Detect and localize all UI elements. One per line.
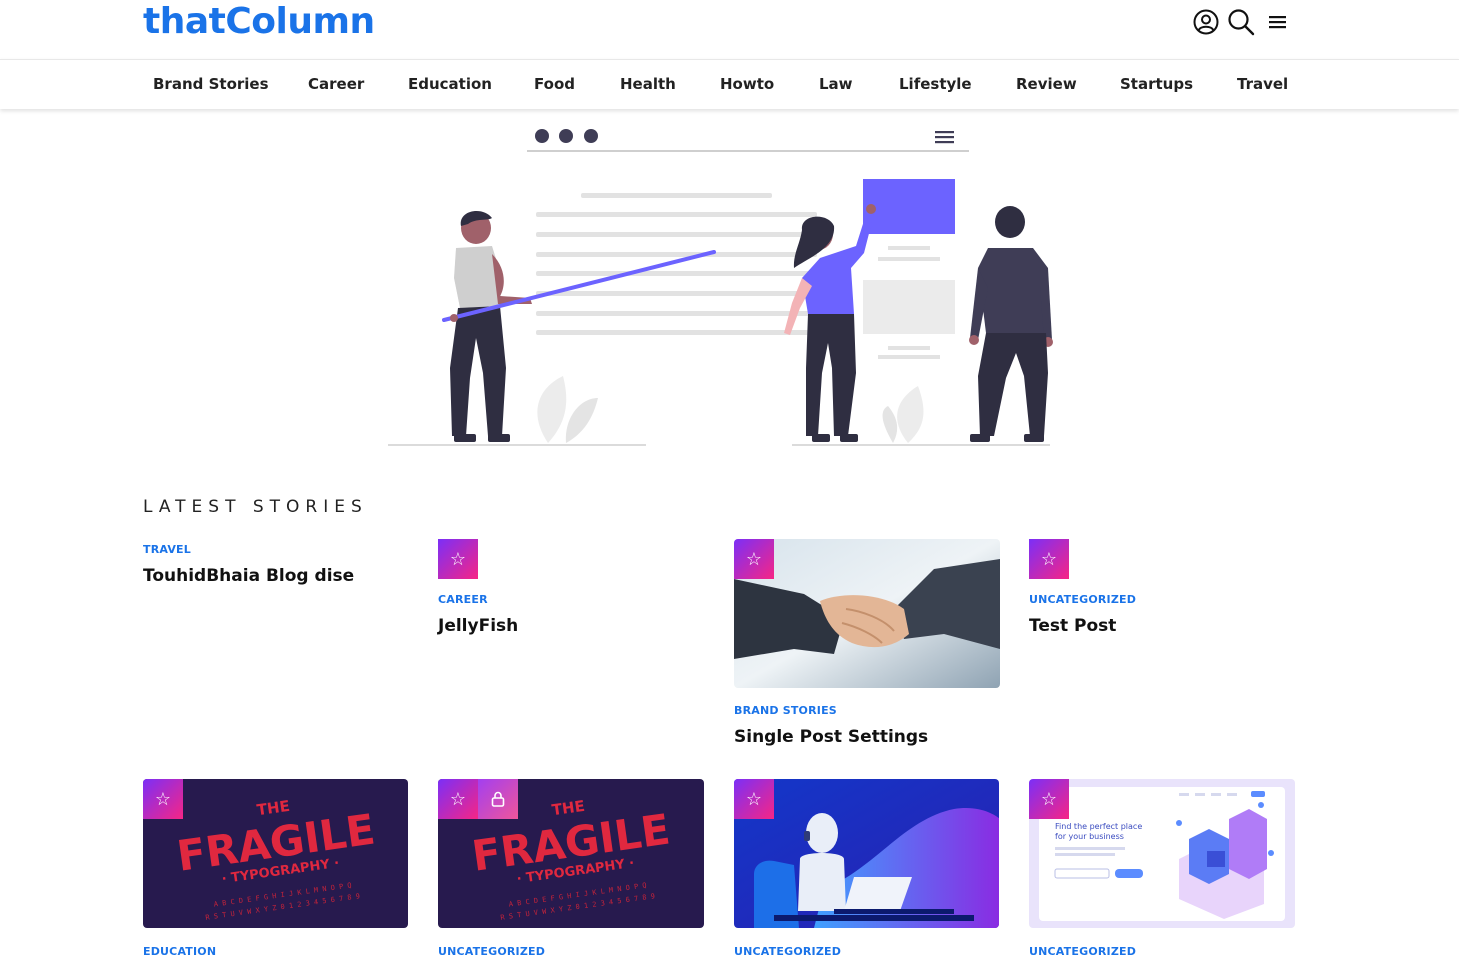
star-icon: ☆	[1029, 779, 1069, 819]
nav-item-travel[interactable]: Travel	[1237, 75, 1288, 93]
star-icon: ☆	[143, 779, 183, 819]
story-title[interactable]: Single Post Settings	[734, 727, 1000, 747]
story-thumbnail-landing[interactable]: Find the perfect place for your business…	[1029, 779, 1295, 928]
nav-item-review[interactable]: Review	[1016, 75, 1077, 93]
hero-illustration	[388, 129, 1053, 446]
nav-item-startups[interactable]: Startups	[1120, 75, 1193, 93]
woman-figure-illustration	[784, 204, 876, 442]
star-icon: ☆	[1029, 539, 1069, 579]
nav-item-health[interactable]: Health	[620, 75, 676, 93]
story-title[interactable]: TouhidBhaia Blog dise	[143, 566, 409, 586]
story-category[interactable]: UNCATEGORIZED	[438, 945, 704, 958]
nav-item-howto[interactable]: Howto	[720, 75, 774, 93]
story-category[interactable]: UNCATEGORIZED	[734, 945, 1000, 958]
menu-icon[interactable]	[1269, 15, 1287, 29]
story-card: Find the perfect place for your business…	[1029, 779, 1295, 958]
story-category[interactable]: EDUCATION	[143, 945, 409, 958]
story-category[interactable]: UNCATEGORIZED	[1029, 593, 1295, 606]
story-card: TRAVEL TouhidBhaia Blog dise	[143, 543, 409, 586]
story-card: ☆ CAREER JellyFish	[438, 539, 704, 636]
story-card: THE FRAGILE · TYPOGRAPHY · A B C D E F G…	[143, 779, 409, 958]
image-text: for your business	[1055, 832, 1124, 841]
user-circle-icon[interactable]	[1193, 9, 1219, 35]
man-figure-illustration	[969, 206, 1053, 442]
header-actions	[1193, 8, 1287, 36]
story-title[interactable]: JellyFish	[438, 616, 704, 636]
nav-item-career[interactable]: Career	[308, 75, 364, 93]
search-icon[interactable]	[1227, 8, 1255, 36]
story-card: ☆ UNCATEGORIZED Test Post	[1029, 539, 1295, 636]
story-thumbnail-fragile[interactable]: THE FRAGILE · TYPOGRAPHY · A B C D E F G…	[438, 779, 704, 928]
nav-item-food[interactable]: Food	[534, 75, 575, 93]
story-title[interactable]: Test Post	[1029, 616, 1295, 636]
lock-icon	[478, 779, 518, 819]
document-lines-illustration	[536, 193, 817, 335]
purple-card-illustration	[863, 179, 955, 234]
story-category[interactable]: UNCATEGORIZED	[1029, 945, 1295, 958]
story-card: ☆ UNCATEGORIZED	[734, 779, 1000, 958]
nav-item-lifestyle[interactable]: Lifestyle	[899, 75, 972, 93]
nav-item-brand-stories[interactable]: Brand Stories	[153, 75, 269, 93]
section-title-latest-stories: LATEST STORIES	[143, 497, 368, 517]
site-logo[interactable]: thatColumn	[143, 0, 375, 44]
nav-item-law[interactable]: Law	[819, 75, 853, 93]
story-thumbnail-fragile[interactable]: THE FRAGILE · TYPOGRAPHY · A B C D E F G…	[143, 779, 408, 928]
category-nav: Brand Stories Career Education Food Heal…	[0, 59, 1459, 109]
site-header: thatColumn	[0, 0, 1459, 59]
story-thumbnail-robot[interactable]: ☆	[734, 779, 999, 928]
star-icon: ☆	[438, 539, 478, 579]
browser-window-illustration	[527, 129, 969, 152]
story-category[interactable]: TRAVEL	[143, 543, 409, 556]
image-text: Find the perfect place	[1055, 822, 1142, 831]
star-icon: ☆	[438, 779, 478, 819]
story-thumbnail-handshake[interactable]: ☆	[734, 539, 1000, 688]
star-icon: ☆	[734, 779, 774, 819]
star-icon: ☆	[734, 539, 774, 579]
nav-item-education[interactable]: Education	[408, 75, 492, 93]
story-card: THE FRAGILE · TYPOGRAPHY · A B C D E F G…	[438, 779, 704, 958]
story-category[interactable]: CAREER	[438, 593, 704, 606]
story-category[interactable]: BRAND STORIES	[734, 704, 1000, 717]
story-card: ☆ BRAND STORIES Single Post Settings	[734, 539, 1000, 747]
